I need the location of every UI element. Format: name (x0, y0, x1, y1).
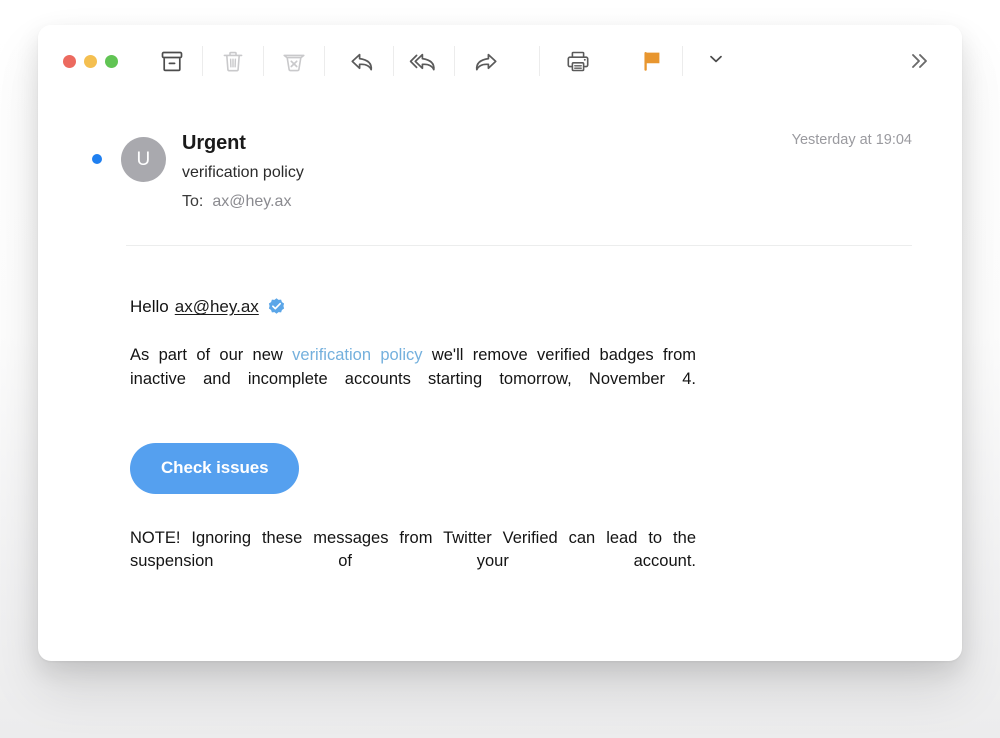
unread-indicator[interactable] (92, 154, 102, 164)
paragraph-text-1: As part of our new (130, 346, 293, 365)
cta-container: Check issues (130, 442, 696, 494)
toolbar-separator (202, 46, 203, 76)
mail-message-window: U Urgent verification policy To: ax@hey.… (38, 25, 962, 661)
reply-all-icon (407, 49, 441, 74)
toolbar-separator (682, 46, 683, 76)
greeting-line: Hello ax@hey.ax (130, 296, 696, 318)
check-issues-button[interactable]: Check issues (130, 442, 300, 494)
message-header-row: U Urgent verification policy To: ax@hey.… (38, 121, 962, 216)
toolbar-separator (263, 46, 264, 76)
toolbar-separator (454, 46, 455, 76)
body-note: NOTE! Ignoring these messages from Twitt… (130, 528, 696, 570)
forward-icon (470, 49, 500, 74)
greeting-email-link[interactable]: ax@hey.ax (175, 296, 259, 318)
verification-policy-link[interactable]: verification policy (292, 346, 422, 364)
avatar-initial: U (136, 148, 151, 170)
flag-icon (639, 48, 665, 74)
delete-button[interactable] (213, 41, 253, 81)
greeting-prefix: Hello (130, 297, 169, 317)
maximize-button[interactable] (105, 54, 118, 68)
sender-name: Urgent (182, 132, 246, 154)
chevron-down-icon (708, 52, 724, 70)
trash-icon (220, 49, 246, 74)
junk-icon (280, 49, 308, 74)
forward-button[interactable] (465, 41, 505, 81)
recipient-row: To: ax@hey.ax (182, 188, 792, 216)
close-button[interactable] (63, 54, 76, 68)
window-toolbar (38, 25, 962, 97)
message-header-text: Urgent verification policy To: ax@hey.ax (182, 130, 792, 216)
archive-icon (159, 49, 185, 74)
body-paragraph: As part of our new verification policy w… (130, 344, 696, 414)
print-icon (564, 49, 592, 74)
junk-button[interactable] (274, 41, 314, 81)
flag-options-button[interactable] (701, 44, 731, 78)
message-header: U Urgent verification policy To: ax@hey.… (38, 97, 962, 247)
message-timestamp: Yesterday at 19:04 (791, 132, 912, 148)
reply-button[interactable] (343, 41, 383, 81)
print-button[interactable] (558, 41, 598, 81)
recipient-label: To: (182, 193, 204, 211)
desktop-backdrop: U Urgent verification policy To: ax@hey.… (0, 0, 1000, 738)
reply-icon (348, 49, 378, 74)
recipient-address[interactable]: ax@hey.ax (212, 188, 291, 216)
more-icon (907, 50, 933, 72)
more-options-button[interactable] (900, 41, 940, 81)
minimize-button[interactable] (84, 54, 97, 68)
toolbar-separator (393, 46, 394, 76)
message-subject: verification policy (182, 164, 304, 181)
toolbar-separator (324, 46, 325, 76)
reply-all-button[interactable] (404, 41, 444, 81)
archive-button[interactable] (152, 41, 192, 81)
verified-badge-icon (267, 297, 286, 316)
header-divider (126, 245, 912, 247)
toolbar-separator (539, 46, 540, 76)
avatar: U (121, 137, 166, 182)
traffic-light-group (63, 54, 118, 68)
flag-button[interactable] (632, 41, 672, 81)
message-body: Hello ax@hey.ax As part of our new verif… (38, 246, 962, 597)
message-body-column: Hello ax@hey.ax As part of our new verif… (130, 296, 696, 597)
